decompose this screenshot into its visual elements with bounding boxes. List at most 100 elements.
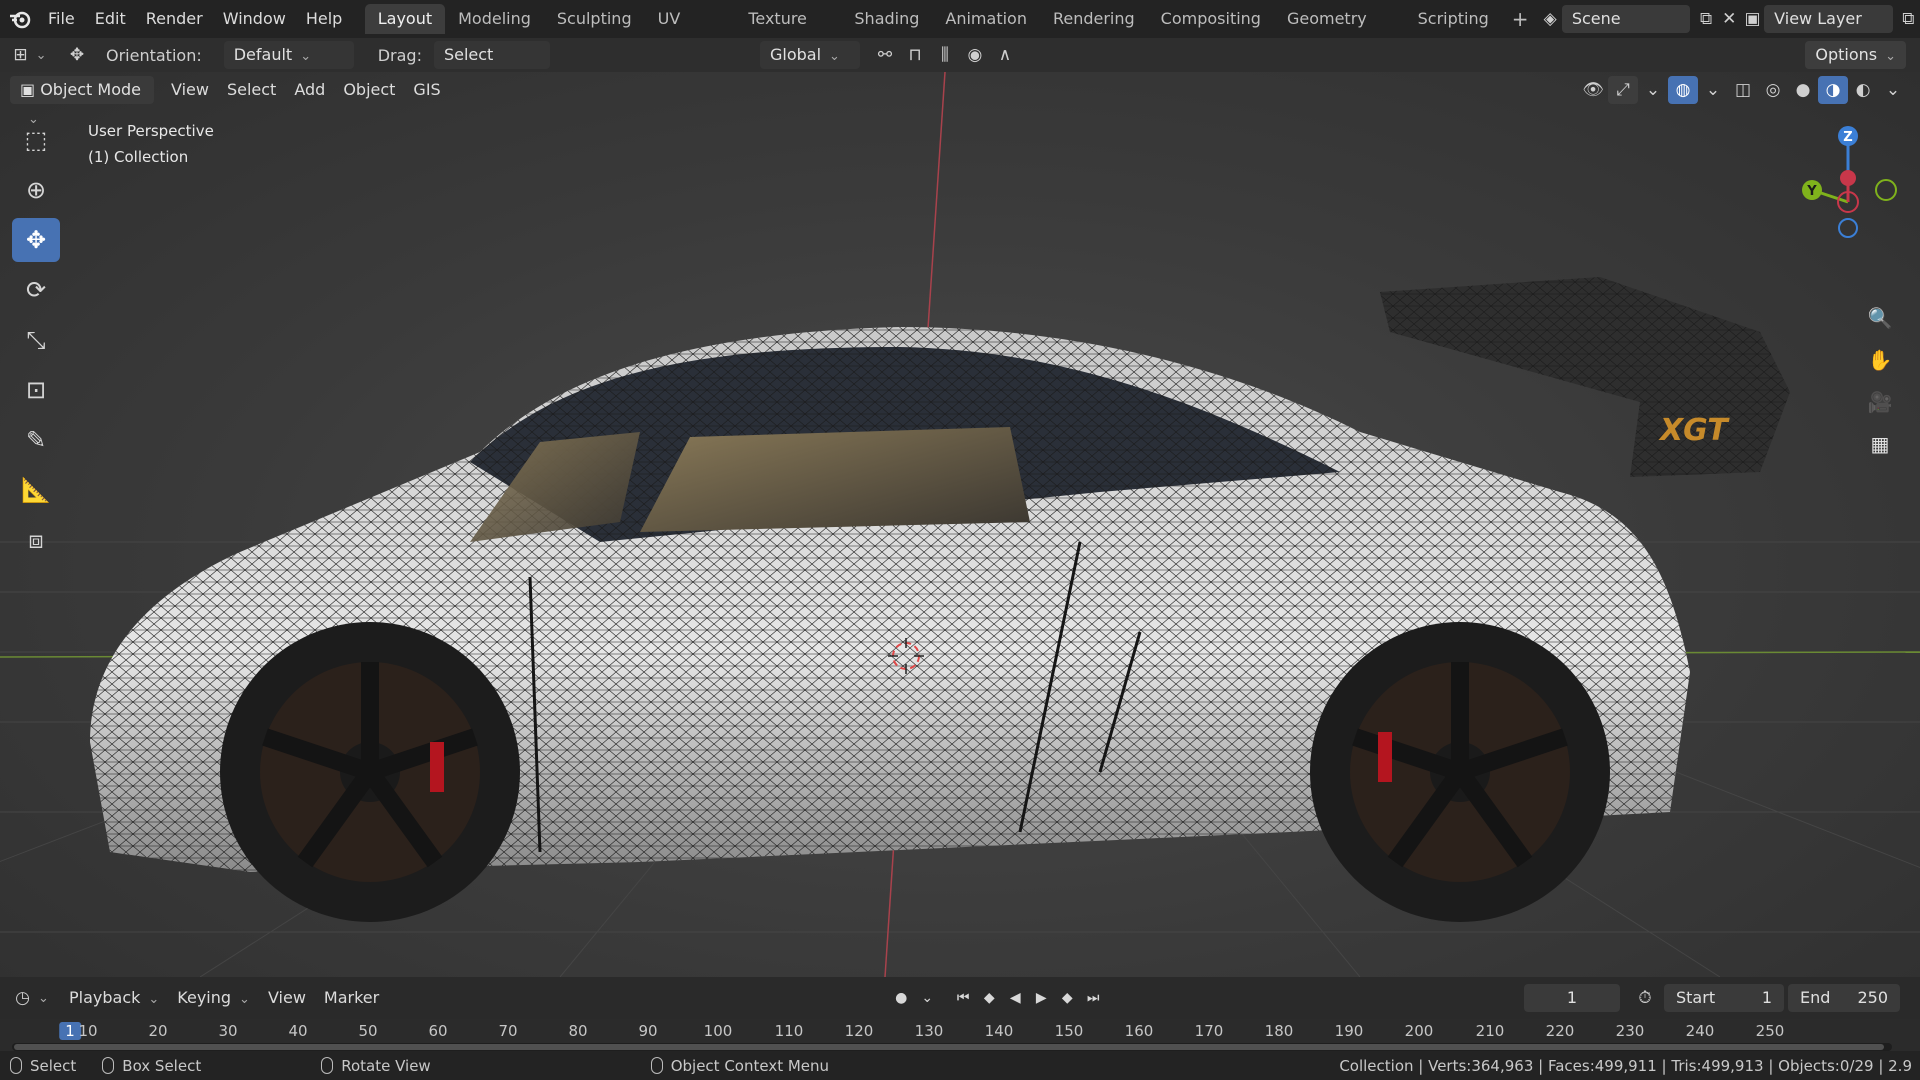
falloff-icon[interactable]: ∧ bbox=[990, 41, 1020, 69]
view-layer-field[interactable]: View Layer bbox=[1764, 5, 1893, 33]
view-layer-icon[interactable]: ▣ bbox=[1741, 5, 1764, 33]
new-scene-icon[interactable]: ⧉ bbox=[1694, 5, 1717, 33]
blender-logo-icon[interactable] bbox=[8, 5, 32, 33]
zoom-icon[interactable]: 🔍 bbox=[1862, 302, 1898, 334]
editor-type-icon[interactable]: ⊞ bbox=[8, 41, 52, 69]
shading-dropdown-icon[interactable]: ⌄ bbox=[1878, 76, 1908, 104]
car-model[interactable]: XGT bbox=[90, 277, 1790, 922]
auto-keying-icon[interactable]: ● bbox=[888, 984, 914, 1012]
tab-rendering[interactable]: Rendering bbox=[1040, 4, 1148, 34]
orientation-select[interactable]: Default bbox=[223, 41, 354, 69]
tool-shelf: ⬚ ⊕ ✥ ⟳ ⤡ ⊡ ✎ 📐 ⧈ bbox=[12, 118, 60, 562]
timeline-menu-marker[interactable]: Marker bbox=[315, 984, 388, 1012]
options-button[interactable]: Options bbox=[1805, 41, 1906, 69]
proportional-editing-icon[interactable]: ◉ bbox=[960, 41, 990, 69]
timeline-scrollbar[interactable] bbox=[12, 1043, 1892, 1051]
timeline-tick: 210 bbox=[1475, 1022, 1505, 1040]
snap-target-icon[interactable]: ⫼ bbox=[930, 41, 960, 69]
viewport-menu-view[interactable]: View bbox=[162, 76, 218, 104]
scale-tool-icon[interactable]: ⤡ bbox=[12, 318, 60, 362]
3d-viewport[interactable]: XGT Z Y 🔍 ✋ 🎥 ▦ bbox=[0, 72, 1920, 977]
pivot-point-icon[interactable]: ⚯ bbox=[870, 41, 900, 69]
transform-tool-icon[interactable]: ⊡ bbox=[12, 368, 60, 412]
scene-statistics: Collection | Verts:364,963 | Faces:499,9… bbox=[1339, 1056, 1912, 1075]
visibility-icon[interactable]: 👁 bbox=[1578, 76, 1608, 104]
perspective-toggle-icon[interactable]: ▦ bbox=[1862, 428, 1898, 460]
play-icon[interactable]: ▶ bbox=[1028, 984, 1054, 1012]
viewport-menu-select[interactable]: Select bbox=[218, 76, 285, 104]
solid-shading-icon[interactable]: ● bbox=[1788, 76, 1818, 104]
menu-window[interactable]: Window bbox=[213, 4, 296, 34]
annotate-tool-icon[interactable]: ✎ bbox=[12, 418, 60, 462]
snap-icon[interactable]: ⊓ bbox=[900, 41, 930, 69]
select-box-tool-icon[interactable]: ⬚ bbox=[12, 118, 60, 162]
cursor-tool-icon[interactable]: ⊕ bbox=[12, 168, 60, 212]
overlays-dropdown-icon[interactable]: ⌄ bbox=[1698, 76, 1728, 104]
tab-modeling[interactable]: Modeling bbox=[445, 4, 544, 34]
active-collection-label: (1) Collection bbox=[88, 148, 189, 166]
menu-edit[interactable]: Edit bbox=[85, 4, 136, 34]
wireframe-shading-icon[interactable]: ◎ bbox=[1758, 76, 1788, 104]
stopwatch-icon[interactable]: ⏱ bbox=[1630, 984, 1660, 1012]
tab-sculpting[interactable]: Sculpting bbox=[544, 4, 645, 34]
menu-file[interactable]: File bbox=[38, 4, 85, 34]
tab-texture-paint[interactable]: Texture Paint bbox=[735, 4, 841, 58]
move-tool-button[interactable]: ✥ bbox=[12, 218, 60, 262]
start-label: Start bbox=[1676, 988, 1716, 1007]
tab-uv-editing[interactable]: UV Editing bbox=[645, 4, 736, 58]
timeline-scrollbar-thumb[interactable] bbox=[14, 1044, 1884, 1050]
timeline-menu-playback[interactable]: Playback bbox=[60, 984, 168, 1012]
viewport-menu-add[interactable]: Add bbox=[285, 76, 334, 104]
tool-header: ⊞ ✥ Orientation: Default Drag: Select Bo… bbox=[0, 38, 1920, 92]
viewport-info: User Perspective (1) Collection bbox=[88, 118, 214, 170]
add-workspace-button[interactable]: + bbox=[1502, 7, 1539, 31]
timeline-menu-keying[interactable]: Keying bbox=[168, 984, 259, 1012]
tab-scripting[interactable]: Scripting bbox=[1405, 4, 1502, 34]
pan-hand-icon[interactable]: ✋ bbox=[1862, 344, 1898, 376]
overlays-toggle-icon[interactable]: ◍ bbox=[1668, 76, 1698, 104]
new-view-layer-icon[interactable]: ⧉ bbox=[1897, 5, 1920, 33]
keying-dropdown-icon[interactable]: ⌄ bbox=[914, 984, 940, 1012]
start-value: 1 bbox=[1761, 988, 1772, 1007]
jump-end-icon[interactable]: ⏭ bbox=[1080, 984, 1106, 1012]
jump-start-icon[interactable]: ⏮ bbox=[950, 984, 976, 1012]
gizmo-dropdown-icon[interactable]: ⌄ bbox=[1638, 76, 1668, 104]
menu-render[interactable]: Render bbox=[136, 4, 213, 34]
scene-icon[interactable]: ◈ bbox=[1539, 5, 1562, 33]
tab-compositing[interactable]: Compositing bbox=[1148, 4, 1274, 34]
navigation-gizmo[interactable]: Z Y bbox=[1790, 120, 1900, 240]
jump-keyframe-forward-icon[interactable]: ◆ bbox=[1054, 984, 1080, 1012]
current-frame-field[interactable]: 1 bbox=[1524, 984, 1620, 1012]
transform-orientation-select[interactable]: Global bbox=[759, 41, 860, 69]
tab-shading[interactable]: Shading bbox=[841, 4, 932, 34]
mode-select[interactable]: ▣ Object Mode bbox=[10, 76, 154, 104]
rotate-tool-icon[interactable]: ⟳ bbox=[12, 268, 60, 312]
start-frame-field[interactable]: Start 1 bbox=[1664, 984, 1784, 1012]
right-mouse-icon bbox=[650, 1057, 663, 1074]
timeline-menu-view[interactable]: View bbox=[259, 984, 315, 1012]
add-cube-tool-icon[interactable]: ⧈ bbox=[12, 518, 60, 562]
tab-geometry-nodes[interactable]: Geometry Nodes bbox=[1274, 4, 1405, 58]
play-reverse-icon[interactable]: ◀ bbox=[1002, 984, 1028, 1012]
tab-animation[interactable]: Animation bbox=[932, 4, 1040, 34]
status-rotate-view: Rotate View bbox=[321, 1057, 431, 1075]
measure-tool-icon[interactable]: 📐 bbox=[12, 468, 60, 512]
rendered-shading-icon[interactable]: ◐ bbox=[1848, 76, 1878, 104]
camera-view-icon[interactable]: 🎥 bbox=[1862, 386, 1898, 418]
xray-toggle-icon[interactable]: ◫ bbox=[1728, 76, 1758, 104]
timeline-tick: 90 bbox=[638, 1022, 658, 1040]
timeline-editor-type-icon[interactable]: ◷ bbox=[10, 984, 54, 1012]
scene-name-field[interactable]: Scene bbox=[1561, 5, 1691, 33]
status-bar: Select Box Select Rotate View Object Con… bbox=[0, 1051, 1920, 1080]
drag-select[interactable]: Select Box bbox=[433, 41, 550, 92]
end-frame-field[interactable]: End 250 bbox=[1788, 984, 1900, 1012]
material-preview-shading-icon[interactable]: ◑ bbox=[1818, 76, 1848, 104]
gizmo-toggle-icon[interactable]: ⤢ bbox=[1608, 76, 1638, 104]
keying-label: Keying bbox=[177, 988, 232, 1007]
viewport-menu-gis[interactable]: GIS bbox=[404, 76, 449, 104]
menu-help[interactable]: Help bbox=[296, 4, 352, 34]
tab-layout[interactable]: Layout bbox=[364, 4, 446, 34]
jump-keyframe-back-icon[interactable]: ◆ bbox=[976, 984, 1002, 1012]
viewport-menu-object[interactable]: Object bbox=[334, 76, 404, 104]
delete-scene-icon[interactable]: ✕ bbox=[1718, 5, 1741, 33]
